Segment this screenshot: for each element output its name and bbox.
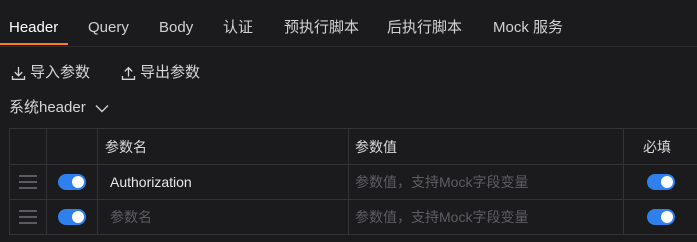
download-icon (11, 66, 26, 80)
params-table: 参数名 参数值 必填 Authorization 参数值，支持Mock字段变量 (9, 128, 697, 235)
import-params-button[interactable]: 导入参数 (11, 62, 90, 84)
param-name-input[interactable]: 参数名 (98, 199, 349, 234)
tab-bar: Header Query Body 认证 预执行脚本 后执行脚本 Mock 服务 (0, 0, 697, 47)
param-value-placeholder: 参数值，支持Mock字段变量 (355, 173, 529, 190)
chevron-down-icon (95, 104, 109, 112)
param-value-input[interactable]: 参数值，支持Mock字段变量 (349, 164, 624, 199)
tab-query[interactable]: Query (88, 0, 129, 44)
enabled-column-header (47, 129, 98, 164)
param-name-cell[interactable]: Authorization (98, 164, 349, 199)
tab-mock-service[interactable]: Mock 服务 (493, 0, 563, 44)
column-header-name: 参数名 (98, 129, 349, 164)
params-panel: Header Query Body 认证 预执行脚本 后执行脚本 Mock 服务… (0, 0, 697, 242)
system-header-toggle[interactable]: 系统header (9, 97, 109, 119)
param-value-placeholder: 参数值，支持Mock字段变量 (355, 208, 529, 225)
drag-handle[interactable] (10, 199, 47, 234)
table-row: 参数名 参数值，支持Mock字段变量 (10, 199, 697, 235)
required-cell (624, 199, 697, 234)
param-value-input[interactable]: 参数值，支持Mock字段变量 (349, 199, 624, 234)
enabled-cell (47, 199, 98, 234)
required-toggle[interactable] (647, 208, 675, 225)
active-tab-indicator (0, 43, 68, 45)
system-header-label: 系统header (9, 99, 86, 116)
required-toggle[interactable] (647, 173, 675, 190)
drag-handle[interactable] (10, 164, 47, 199)
export-params-button[interactable]: 导出参数 (121, 62, 200, 84)
table-header-row: 参数名 参数值 必填 (10, 129, 697, 165)
param-name-value: Authorization (110, 173, 192, 190)
tab-header[interactable]: Header (9, 0, 58, 44)
drag-handle-icon (19, 174, 37, 189)
param-name-placeholder: 参数名 (110, 208, 152, 225)
export-params-label: 导出参数 (140, 64, 201, 81)
drag-handle-icon (19, 209, 37, 224)
column-header-required: 必填 (643, 138, 671, 155)
table-row: Authorization 参数值，支持Mock字段变量 (10, 164, 697, 200)
column-header-value: 参数值 (349, 129, 624, 164)
tab-auth[interactable]: 认证 (223, 0, 253, 44)
import-params-label: 导入参数 (30, 64, 91, 81)
required-cell (624, 164, 697, 199)
enabled-toggle[interactable] (58, 173, 86, 190)
upload-icon (121, 66, 136, 80)
drag-column-header (10, 129, 47, 164)
enabled-cell (47, 164, 98, 199)
tab-body[interactable]: Body (159, 0, 193, 44)
enabled-toggle[interactable] (58, 208, 86, 225)
tab-pre-script[interactable]: 预执行脚本 (284, 0, 359, 44)
tab-post-script[interactable]: 后执行脚本 (387, 0, 462, 44)
